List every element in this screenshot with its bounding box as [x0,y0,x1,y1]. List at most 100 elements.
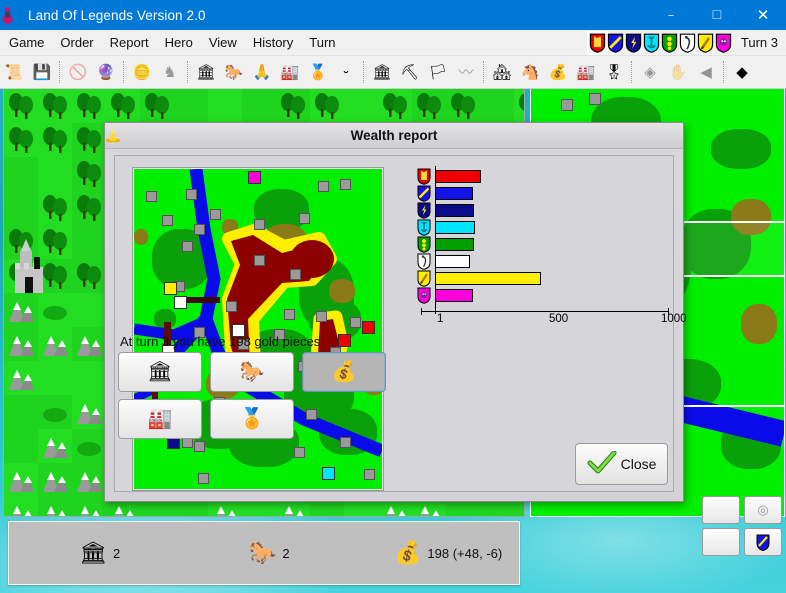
coin-icon: ◎ [757,502,769,517]
map-city-neutral [210,209,221,220]
cavalry-icon[interactable]: 🐎 [221,59,247,85]
menu-item-turn[interactable]: Turn [302,32,342,53]
side-button-blank-1[interactable] [702,496,740,524]
map-tile-mountain [41,331,69,357]
chart-bar-player-yellow [435,272,541,285]
smile-icon[interactable]: ⏑ [333,59,359,85]
map-tile-grass [4,191,38,225]
map-tile-forest [8,126,34,154]
wealth-report-dialog: Wealth report 1 500 1000 At turn 3 you hav… [104,122,687,502]
minimize-button[interactable]: – [648,0,694,30]
army-report-button[interactable]: 🐎 [210,352,294,392]
report-medal-icon[interactable]: 🎖 [601,59,627,85]
chart-bar-wrap [435,219,667,236]
shield-player-blue[interactable] [607,33,624,53]
shield-player-green[interactable] [661,33,678,53]
legend-shield-player-magenta [417,287,431,304]
map-tile-mountain [75,501,103,516]
map-tile-forest [42,92,68,120]
map-tile-grass [72,225,106,259]
chart-row-player-magenta [417,287,667,304]
dialog-titlebar: Wealth report [105,123,683,149]
shield-toggle-button[interactable] [744,528,782,556]
map-tile-mountain [279,501,307,516]
gold-stack-icon[interactable]: 🪙 [129,59,155,85]
gold-report-button[interactable]: 💰 [302,352,386,392]
map-tile-mountain [41,433,69,459]
maximize-button[interactable]: ☐ [694,0,740,30]
side-button-blank-2[interactable] [702,528,740,556]
new-game-icon[interactable]: 📜 [1,59,27,85]
close-dialog-button[interactable]: Close [575,443,668,485]
dialog-title: Wealth report [350,128,438,143]
close-button[interactable]: ✕ [740,0,786,30]
shield-sword-emblem [697,33,714,53]
factory-report-button[interactable]: 🏭 [118,399,202,439]
menu-item-report[interactable]: Report [103,32,156,53]
shield-player-navy[interactable] [625,33,642,53]
map-tile-forest [450,92,476,120]
map-tile-hill [42,401,68,423]
window-controls: – ☐ ✕ [648,0,786,30]
shield-player-yellow[interactable] [697,33,714,53]
shield-bolt-emblem [625,33,642,53]
factory-icon[interactable]: 🏭 [277,59,303,85]
green-check-icon [587,451,617,477]
legend-shield-player-red [417,168,431,185]
flag-icon[interactable]: 🏳 [425,59,451,85]
menu-item-hero[interactable]: Hero [158,32,200,53]
army-count-value: 2 [282,545,290,561]
map-tile-forest [76,262,102,290]
city-icon[interactable]: 🏛 [193,59,219,85]
menu-item-game[interactable]: Game [2,32,51,53]
map-city-neutral [226,301,237,312]
chart-bar-wrap [435,168,667,185]
save-game-icon[interactable]: 💾 [29,59,55,85]
report-factory-icon[interactable]: 🏭 [573,59,599,85]
chart-tick-1: 1 [437,313,444,325]
report-city-icon[interactable]: 🏘 [489,59,515,85]
map-tile-grass [4,157,38,191]
coin-toggle-button[interactable]: ◎ [744,496,782,524]
status-bar: 🏛 2 🐎 2 💰 198 (+48, -6) [8,521,520,585]
report-gold-icon[interactable]: 💰 [545,59,571,85]
hands-icon[interactable]: 🙏 [249,59,275,85]
menu-item-view[interactable]: View [202,32,244,53]
score-report-button[interactable]: 🏅 [210,399,294,439]
mine-icon[interactable]: ⛏ [397,59,423,85]
turn-indicator: Turn 3 [740,35,778,50]
shield-castle-emblem [417,168,431,185]
medal-icon: 🏅 [239,408,265,430]
gold-summary-text: At turn 3 you have 198 gold pieces [120,334,321,349]
gold-amount-value: 198 (+48, -6) [427,545,503,561]
menu-item-history[interactable]: History [246,32,300,53]
city-build-icon[interactable]: 🏛 [369,59,395,85]
map-tile-mountain [75,399,103,425]
city-count: 🏛 2 [79,542,120,564]
chart-row-player-yellow [417,270,667,287]
map-city-owned [322,467,335,480]
report-button-row: 🏭 🏅 [118,399,386,439]
city-report-button[interactable]: 🏛 [118,352,202,392]
menu-item-order[interactable]: Order [53,32,100,53]
report-army-icon[interactable]: 🐴 [517,59,543,85]
map-castle[interactable] [12,237,46,297]
magic-icon[interactable]: 🔮 [93,59,119,85]
map-city-neutral [299,213,310,224]
map-tile-grass [480,89,514,123]
chart-bars [417,168,667,304]
medal-icon[interactable]: 🏅 [305,59,331,85]
chart-bar-player-red [435,170,481,183]
chart-tick-1000: 1000 [661,313,687,325]
app-icon [0,6,26,24]
shield-anchor-emblem [417,219,431,236]
shield-player-magenta[interactable] [715,33,732,53]
window-titlebar: Land Of Legends Version 2.0 – ☐ ✕ [0,0,786,30]
chart-bar-wrap [435,236,667,253]
shield-player-cyan[interactable] [643,33,660,53]
shield-player-white[interactable] [679,33,696,53]
shield-player-red[interactable] [586,30,608,55]
map-tile-mountain [211,501,239,516]
player-shield-icon[interactable]: ◆ [729,59,755,85]
shield-bend-emblem [417,185,431,202]
